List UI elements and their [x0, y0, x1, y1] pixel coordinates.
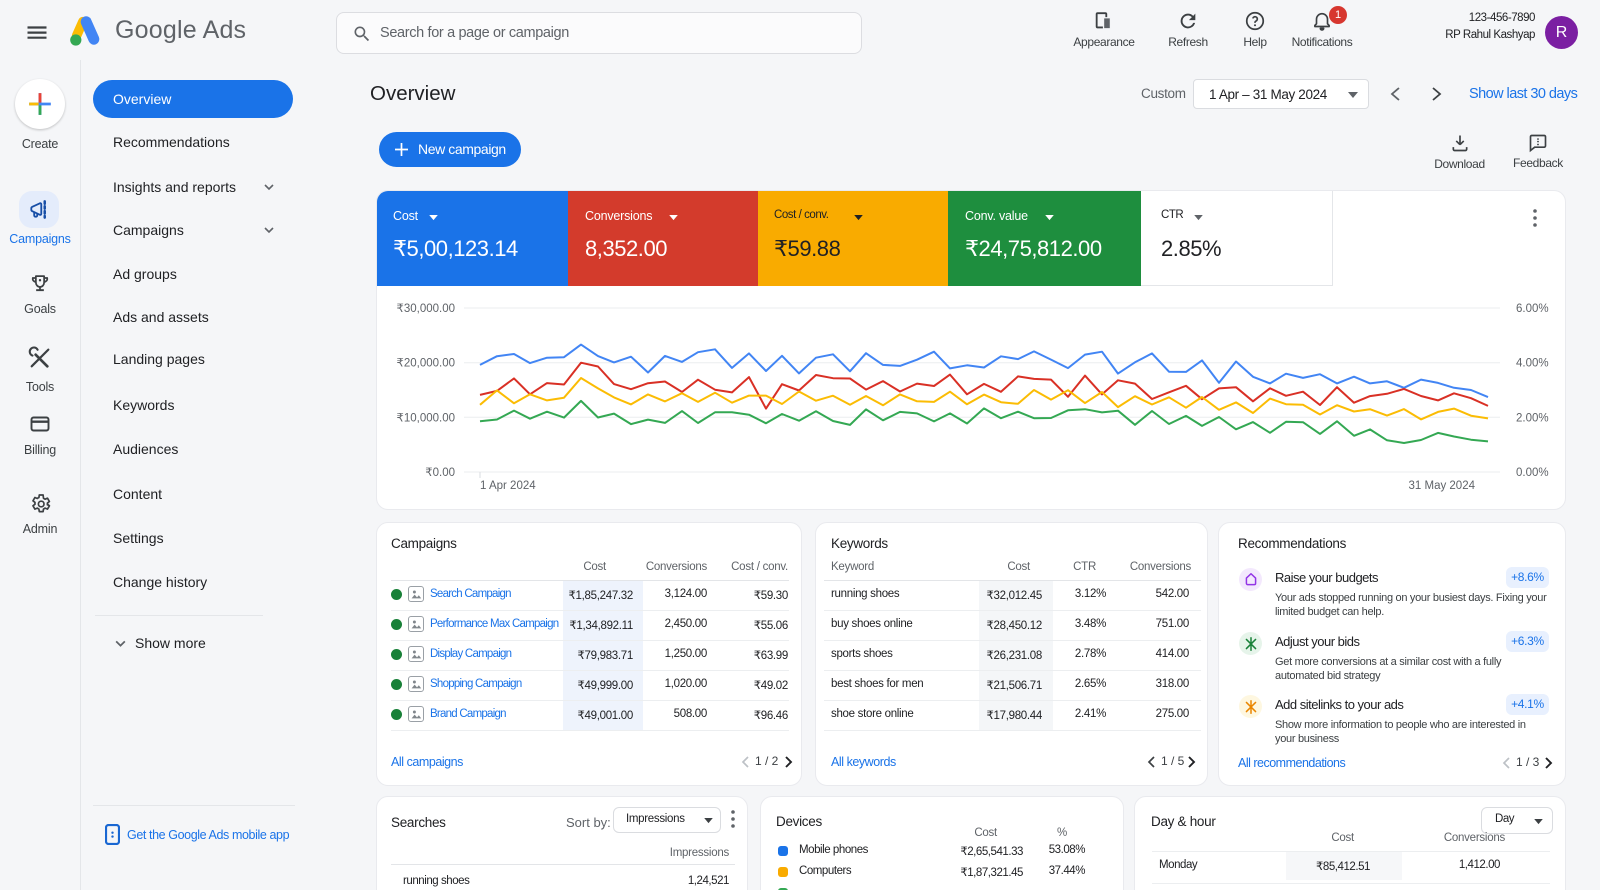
- svg-text:31 May 2024: 31 May 2024: [1409, 480, 1476, 492]
- svg-text:0.00%: 0.00%: [1516, 467, 1549, 479]
- svg-text:₹10,000.00: ₹10,000.00: [397, 412, 455, 424]
- svg-text:4.00%: 4.00%: [1516, 358, 1549, 370]
- svg-text:₹20,000.00: ₹20,000.00: [397, 358, 455, 370]
- svg-text:6.00%: 6.00%: [1516, 303, 1549, 315]
- svg-text:1 Apr 2024: 1 Apr 2024: [480, 480, 536, 492]
- svg-text:2.00%: 2.00%: [1516, 412, 1549, 424]
- svg-text:₹30,000.00: ₹30,000.00: [397, 303, 455, 315]
- svg-text:₹0.00: ₹0.00: [425, 467, 455, 479]
